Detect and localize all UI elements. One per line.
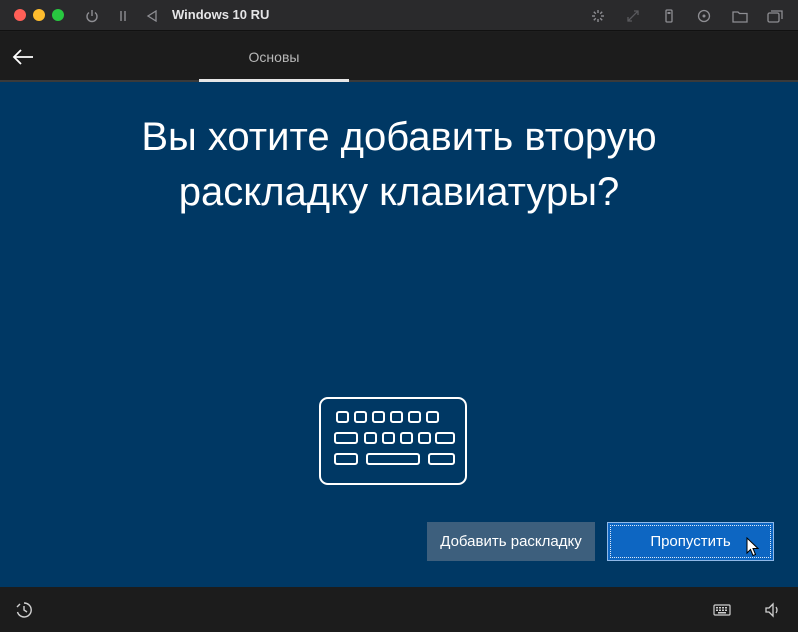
power-icon[interactable]	[82, 6, 102, 26]
keyboard-icon[interactable]	[712, 600, 732, 620]
minimize-window-button[interactable]	[33, 9, 45, 21]
oobe-footer	[0, 587, 798, 632]
volume-icon[interactable]	[763, 600, 783, 620]
keyboard-icon	[318, 396, 468, 486]
zoom-window-button[interactable]	[52, 9, 64, 21]
oobe-header: Основы	[0, 32, 798, 82]
page-title: Вы хотите добавить вторую раскладку клав…	[141, 115, 657, 214]
folder-icon[interactable]	[730, 6, 750, 26]
pause-icon[interactable]	[113, 6, 133, 26]
usb-icon[interactable]	[659, 6, 679, 26]
oobe-main: Вы хотите добавить вторую раскладку клав…	[0, 82, 798, 587]
tab-basics[interactable]: Основы	[199, 32, 349, 82]
brightness-icon[interactable]	[588, 6, 608, 26]
window-title: Windows 10 RU	[172, 7, 270, 22]
vm-window-titlebar: Windows 10 RU	[0, 0, 798, 31]
add-layout-button[interactable]: Добавить раскладку	[427, 522, 595, 561]
back-button[interactable]	[8, 43, 38, 71]
back-triangle-icon[interactable]	[142, 6, 162, 26]
arrow-left-icon	[12, 49, 33, 65]
windows-icon[interactable]	[765, 6, 785, 26]
accessibility-icon[interactable]	[14, 600, 34, 620]
resize-icon[interactable]	[623, 6, 643, 26]
mouse-cursor-icon	[746, 537, 760, 557]
disc-icon[interactable]	[694, 6, 714, 26]
close-window-button[interactable]	[14, 9, 26, 21]
